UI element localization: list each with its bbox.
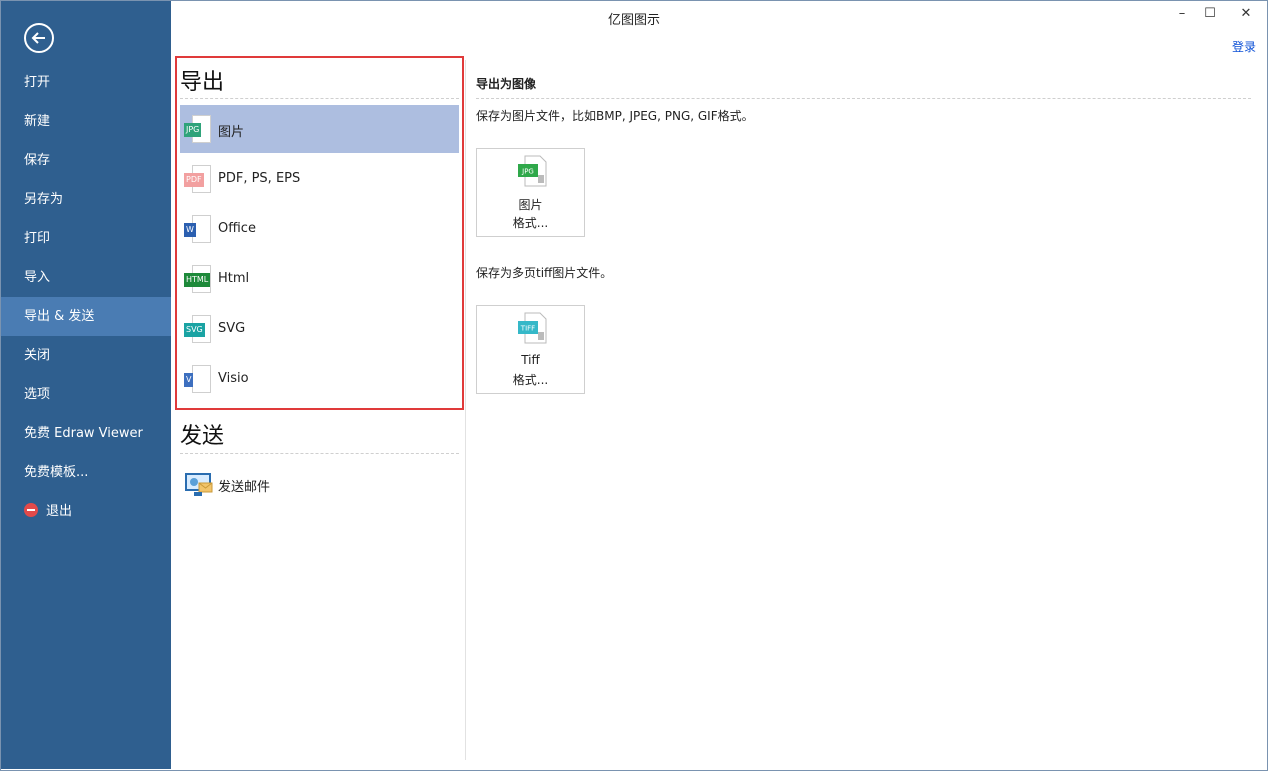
sidebar-item-label: 免费模板... <box>24 465 89 480</box>
visio-icon: V <box>184 365 212 395</box>
image-format-line1: 图片 <box>518 198 543 212</box>
export-item-jpg[interactable]: JPG 图片 <box>180 105 459 153</box>
export-item-label: PDF, PS, EPS <box>218 171 301 186</box>
export-item-word[interactable]: W Office <box>180 205 459 253</box>
pdf-icon: PDF <box>184 165 212 195</box>
window-title: 亿图图示 <box>607 13 660 28</box>
sidebar-item-5[interactable]: 导入 <box>1 258 171 297</box>
sidebar-item-label: 选项 <box>24 387 51 402</box>
sidebar-item-label: 导出 & 发送 <box>24 309 95 324</box>
sidebar-item-3[interactable]: 另存为 <box>1 180 171 219</box>
sidebar-item-9[interactable]: 免费 Edraw Viewer <box>1 414 171 453</box>
sidebar-item-4[interactable]: 打印 <box>1 219 171 258</box>
sidebar-item-0[interactable]: 打开 <box>1 63 171 102</box>
tiff-format-line1: Tiff <box>521 353 540 367</box>
export-item-svg[interactable]: SVG SVG <box>180 305 459 353</box>
sidebar-item-label: 另存为 <box>24 192 64 207</box>
image-description: 保存为图片文件，比如BMP, JPEG, PNG, GIF格式。 <box>476 109 754 123</box>
email-icon <box>184 470 213 500</box>
exit-icon <box>24 503 38 517</box>
sidebar-item-label: 退出 <box>46 504 73 519</box>
svg-icon: SVG <box>184 315 212 345</box>
sidebar-menu: 打开新建保存另存为打印导入导出 & 发送 关闭选项免费 Edraw Viewer 免… <box>1 63 171 531</box>
jpg-file-icon: JPG <box>517 155 547 187</box>
send-section-title: 发送 <box>180 424 225 449</box>
export-item-html[interactable]: HTML Html <box>180 255 459 303</box>
image-format-line2: 格式... <box>512 216 549 230</box>
send-email-label: 发送邮件 <box>218 480 271 495</box>
sidebar-item-6[interactable]: 导出 & 发送 <box>1 297 171 336</box>
export-item-label: Office <box>218 221 256 236</box>
tiff-format-button[interactable]: TIFF Tiff 格式... <box>476 305 585 394</box>
svg-text:JPG: JPG <box>521 168 534 176</box>
tiff-file-icon: TIFF <box>517 312 547 344</box>
export-item-label: 图片 <box>218 125 245 140</box>
sidebar-item-label: 打开 <box>24 75 51 90</box>
sidebar-item-7[interactable]: 关闭 <box>1 336 171 375</box>
export-item-visio[interactable]: V Visio <box>180 355 459 403</box>
login-link[interactable]: 登录 <box>1232 38 1256 55</box>
tiff-format-line2: 格式... <box>512 373 549 387</box>
sidebar-item-label: 免费 Edraw Viewer <box>24 426 143 441</box>
sidebar-item-label: 导入 <box>24 270 51 285</box>
sidebar-item-1[interactable]: 新建 <box>1 102 171 141</box>
close-button[interactable]: ✕ <box>1229 4 1263 24</box>
export-item-label: Visio <box>218 371 249 386</box>
sidebar-item-label: 保存 <box>24 153 51 168</box>
sidebar: 打开新建保存另存为打印导入导出 & 发送 关闭选项免费 Edraw Viewer 免… <box>1 1 171 769</box>
export-item-label: Html <box>218 271 250 286</box>
detail-divider <box>476 98 1251 99</box>
sidebar-item-10[interactable]: 免费模板... <box>1 453 171 492</box>
export-section-title: 导出 <box>180 70 225 95</box>
word-icon: W <box>184 215 212 245</box>
maximize-button[interactable]: ☐ <box>1193 4 1227 24</box>
sidebar-item-label: 打印 <box>24 231 51 246</box>
sidebar-item-11[interactable]: 退出 <box>1 492 171 531</box>
detail-title: 导出为图像 <box>476 77 537 91</box>
panel-divider <box>465 60 466 760</box>
image-format-button[interactable]: JPG 图片 格式... <box>476 148 585 237</box>
html-icon: HTML <box>184 265 212 295</box>
sidebar-item-label: 关闭 <box>24 348 51 363</box>
send-divider <box>180 453 459 454</box>
sidebar-item-label: 新建 <box>24 114 51 129</box>
jpg-icon: JPG <box>184 115 212 145</box>
export-item-pdf[interactable]: PDF PDF, PS, EPS <box>180 155 459 203</box>
export-item-label: SVG <box>218 321 246 336</box>
svg-text:TIFF: TIFF <box>520 325 535 333</box>
sidebar-item-8[interactable]: 选项 <box>1 375 171 414</box>
send-email-item[interactable]: 发送邮件 <box>180 460 459 508</box>
tiff-description: 保存为多页tiff图片文件。 <box>476 266 613 280</box>
export-divider <box>180 98 459 99</box>
sidebar-item-2[interactable]: 保存 <box>1 141 171 180</box>
